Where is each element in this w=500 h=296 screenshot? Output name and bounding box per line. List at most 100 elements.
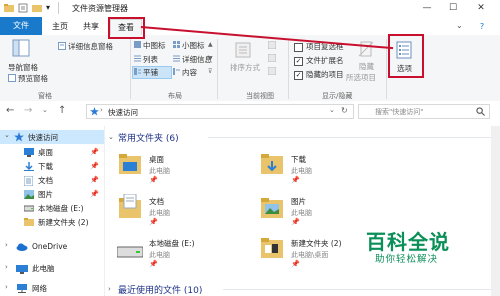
hide-selected-button[interactable]: 隐藏 — [359, 61, 374, 72]
breadcrumb-chevron-icon[interactable]: › — [100, 106, 103, 114]
address-dropdown-icon[interactable]: ⌄ — [329, 106, 335, 114]
sort-by-button[interactable]: 排序方式 — [230, 62, 260, 73]
back-button[interactable]: ← — [6, 105, 14, 116]
local-disk-drive-icon[interactable] — [117, 244, 143, 258]
folder-name-documents[interactable]: 文档 — [149, 196, 164, 207]
address-row: ← → ⌄ ↑ › 快速访问 ⌄ ↻ 搜索"快速访问" — [0, 101, 500, 121]
tab-share[interactable]: 共享 — [78, 19, 104, 34]
nav-item-documents[interactable]: 文档 — [38, 174, 53, 187]
folder-path-pictures: 此电脑 — [291, 209, 312, 217]
layout-content[interactable]: 内容 — [182, 67, 197, 78]
nav-item-desktop[interactable]: 桌面 — [38, 146, 53, 159]
layout-small-icons[interactable]: 小图标 — [182, 40, 205, 51]
documents-icon — [24, 176, 33, 186]
nav-this-pc[interactable]: 此电脑 — [32, 262, 55, 275]
expand-arrow-icon[interactable]: › — [5, 241, 8, 249]
nav-item-local-disk[interactable]: 本地磁盘 (E:) — [38, 202, 84, 215]
vertical-scrollbar[interactable] — [491, 126, 500, 296]
nav-network[interactable]: 网络 — [32, 282, 47, 295]
documents-folder-icon[interactable] — [119, 194, 141, 220]
layout-medium-icons[interactable]: 中图标 — [143, 40, 166, 51]
pin-icon: 📌 — [149, 260, 158, 268]
desktop-folder-icon[interactable] — [119, 152, 141, 176]
refresh-icon[interactable]: ↻ — [341, 106, 348, 115]
preview-pane-button[interactable]: 预览窗格 — [18, 73, 48, 84]
pin-icon: 📌 — [90, 162, 99, 170]
ribbon-separator — [130, 39, 131, 99]
pin-icon: 📌 — [291, 176, 300, 184]
current-view-group-label: 当前视图 — [246, 92, 274, 100]
expand-chevron-icon[interactable]: ⌄ — [4, 131, 10, 139]
watermark-subtitle: 助你轻松解决 — [375, 254, 439, 265]
recent-files-header[interactable]: 最近使用的文件 (10) — [118, 283, 202, 296]
quick-access-properties-icon[interactable] — [18, 3, 28, 13]
forward-button[interactable]: → — [24, 105, 32, 116]
folder-name-local-disk[interactable]: 本地磁盘 (E:) — [149, 238, 195, 249]
folder-name-pictures[interactable]: 图片 — [291, 196, 306, 207]
collapse-chevron-icon[interactable]: ⌄ — [108, 133, 114, 141]
nav-quick-access[interactable]: 快速访问 — [28, 131, 58, 144]
search-icon[interactable] — [476, 107, 485, 116]
pin-icon: 📌 — [149, 176, 158, 184]
nav-item-new-folder[interactable]: 新建文件夹 (2) — [38, 216, 89, 229]
minimize-button[interactable]: — — [420, 2, 434, 15]
layout-scroll-down-icon[interactable]: ▼ — [208, 55, 213, 62]
folder-name-new-folder[interactable]: 新建文件夹 (2) — [291, 238, 342, 249]
details-pane-button[interactable]: 详细信息窗格 — [68, 41, 113, 52]
file-extensions-checkbox[interactable]: ✓ — [294, 57, 303, 66]
layout-expand-icon[interactable]: ⊽ — [208, 68, 212, 75]
layout-tiles[interactable]: 平铺 — [143, 67, 158, 78]
content-area: ⌄ 常用文件夹 (6) 桌面 此电脑 📌 下载 此电脑 📌 文档 此电脑 📌 图… — [105, 126, 500, 296]
ribbon-separator — [288, 39, 289, 99]
hidden-items-checkbox[interactable]: ✓ — [294, 71, 303, 80]
pictures-folder-icon[interactable] — [261, 194, 283, 220]
expand-arrow-icon[interactable]: › — [5, 283, 8, 291]
ribbon-tab-bar: 文件 主页 共享 查看 ⌄ ? — [0, 17, 500, 36]
tab-file[interactable]: 文件 — [0, 17, 42, 35]
network-icon — [17, 284, 27, 293]
item-checkboxes-checkbox[interactable] — [294, 43, 303, 52]
recent-locations-icon[interactable]: ⌄ — [42, 106, 48, 114]
address-bar[interactable]: › 快速访问 ⌄ ↻ — [86, 104, 354, 119]
layout-group-label: 布局 — [168, 92, 182, 100]
tab-home[interactable]: 主页 — [46, 19, 74, 34]
new-folder-quick-icon[interactable] — [32, 3, 42, 13]
frequent-folders-header[interactable]: 常用文件夹 (6) — [118, 131, 179, 144]
nav-item-pictures[interactable]: 图片 — [38, 188, 53, 201]
ribbon-collapse-icon[interactable]: ⌄ — [456, 21, 463, 30]
folder-name-downloads[interactable]: 下载 — [291, 154, 306, 165]
details-pane-icon — [58, 42, 66, 50]
up-button[interactable]: ↑ — [58, 105, 66, 116]
pin-icon: 📌 — [291, 260, 300, 268]
help-button[interactable]: ? — [472, 19, 492, 34]
expand-arrow-icon[interactable]: › — [5, 263, 8, 271]
layout-list[interactable]: 列表 — [143, 54, 158, 65]
layout-scroll-up-icon[interactable]: ▲ — [208, 41, 213, 48]
onedrive-cloud-icon — [16, 243, 28, 251]
navigation-pane-button[interactable]: 导航窗格 — [8, 62, 38, 73]
tiles-view-icon — [134, 68, 141, 75]
details-view-icon — [173, 55, 180, 62]
close-button[interactable]: ✕ — [474, 2, 488, 15]
pin-icon: 📌 — [149, 218, 158, 226]
small-icons-icon — [173, 41, 180, 48]
section-divider — [223, 289, 493, 290]
this-pc-icon — [16, 265, 28, 274]
nav-onedrive[interactable]: OneDrive — [32, 240, 67, 253]
downloads-folder-icon[interactable] — [261, 152, 283, 176]
navigation-pane: ⌄ 快速访问 桌面 📌 下载 📌 文档 📌 图片 📌 本地磁盘 (E:) 新建文… — [0, 126, 105, 296]
navigation-pane-icon[interactable] — [12, 39, 30, 57]
nav-item-downloads[interactable]: 下载 — [38, 160, 53, 173]
pin-icon: 📌 — [90, 176, 99, 184]
expand-chevron-icon[interactable]: › — [108, 285, 111, 293]
search-box[interactable]: 搜索"快速访问" — [358, 104, 490, 119]
folder-path-documents: 此电脑 — [149, 209, 170, 217]
folder-path-desktop: 此电脑 — [149, 167, 170, 175]
maximize-button[interactable]: ☐ — [446, 2, 460, 15]
ribbon: 导航窗格 预览窗格 详细信息窗格 窗格 中图标 小图标 列表 详细信息 平铺 内… — [0, 35, 500, 102]
search-placeholder: 搜索"快速访问" — [375, 108, 424, 116]
folder-name-desktop[interactable]: 桌面 — [149, 154, 164, 165]
quick-access-dropdown-icon[interactable]: ▾ — [46, 3, 50, 12]
new-folder-icon[interactable] — [261, 236, 283, 260]
address-path[interactable]: 快速访问 — [108, 107, 138, 118]
